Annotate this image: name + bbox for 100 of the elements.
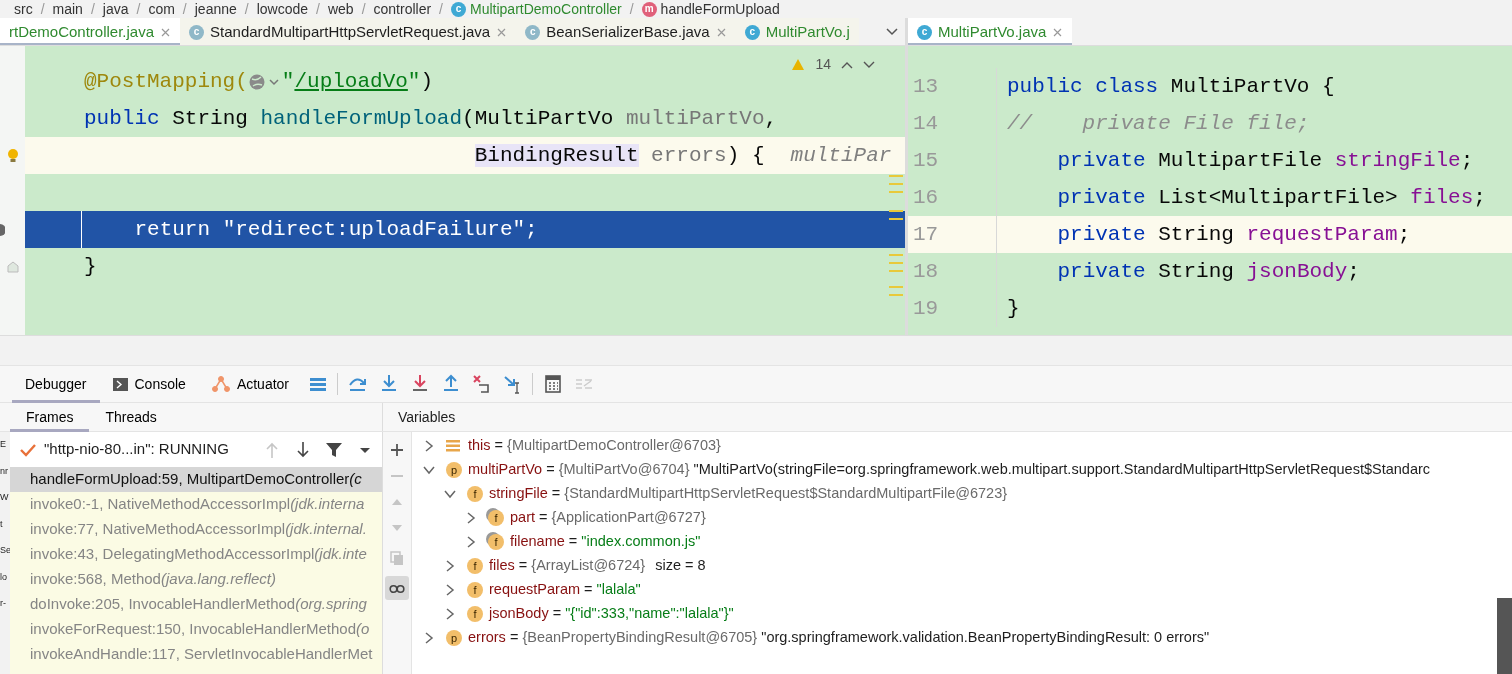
breadcrumb-separator: / <box>182 0 187 18</box>
close-icon[interactable] <box>160 26 172 38</box>
editor-tab[interactable]: c StandardMultipartHttpServletRequest.java <box>180 18 517 45</box>
code-text: "/uploadVo") <box>281 68 434 95</box>
error-stripe-mark <box>889 183 903 185</box>
toolbar-button[interactable] <box>385 576 409 600</box>
error-stripe-mark <box>889 191 903 193</box>
breadcrumb-item[interactable]: handleFormUpload <box>660 0 780 18</box>
error-stripe-mark <box>889 254 903 256</box>
minus-icon <box>391 475 403 477</box>
breadcrumb-item[interactable]: java <box>102 0 129 18</box>
debugger-tab[interactable]: Console <box>99 365 199 403</box>
scrollbar-thumb[interactable] <box>1497 598 1512 674</box>
line-number: 14 <box>908 105 997 142</box>
editor-tab[interactable]: rtDemoController.java <box>0 18 181 45</box>
error-stripe-mark <box>889 262 903 264</box>
lightbulb-icon[interactable] <box>6 147 19 164</box>
class-icon: c <box>744 24 760 40</box>
variable-text: filename = "index.common.js" <box>510 532 701 552</box>
error-stripe-mark <box>889 294 903 296</box>
panel-title: Variables <box>397 407 456 427</box>
stack-frame[interactable]: invoke0:-1, NativeMethodAccessorImpl(jdk.interna <box>10 492 382 517</box>
chevron-up-icon[interactable] <box>841 60 853 69</box>
copy-icon <box>389 550 405 566</box>
breadcrumb-separator: / <box>316 0 320 18</box>
code-text: BindingResult errors) { <box>473 142 765 169</box>
parameter-icon: p <box>446 630 462 646</box>
thread-selector[interactable]: "http-nio-80...in": RUNNING <box>10 432 382 467</box>
code-text: @PostMapping( <box>84 68 248 95</box>
error-stripe-mark <box>889 210 903 212</box>
panel-tab[interactable]: Threads <box>89 403 173 432</box>
stack-frame[interactable]: invokeAndHandle:117, ServletInvocableHandlerMet <box>10 642 382 667</box>
close-icon[interactable] <box>1052 26 1064 38</box>
class-icon: c <box>917 24 932 40</box>
stack-frame[interactable]: doInvoke:205, InvocableHandlerMethod(org.spring <box>10 592 382 617</box>
code-text: private String jsonBody; <box>1056 258 1360 285</box>
plus-icon <box>389 442 405 458</box>
stack-frame[interactable]: handleFormUpload:59, MultipartDemoController(c <box>10 467 382 492</box>
breadcrumb-item[interactable]: jeanne <box>194 0 237 18</box>
chevron-down-icon[interactable] <box>863 60 875 69</box>
breadcrumb-item[interactable]: controller <box>373 0 432 18</box>
breadcrumb-item[interactable]: web <box>327 0 354 18</box>
variable-text: this = {MultipartDemoController@6703} <box>468 436 721 456</box>
breadcrumb-separator: / <box>244 0 249 18</box>
code-text: public String handleFormUpload(MultiPartVo multiPartVo, <box>84 105 778 132</box>
editor-tab[interactable]: c BeanSerializerBase.java <box>516 18 736 45</box>
editor-tab[interactable]: c MultiPartVo.j <box>735 18 859 45</box>
chevron-down-icon[interactable] <box>885 27 899 37</box>
breadcrumb-item[interactable]: com <box>148 0 175 18</box>
breadcrumb-separator: / <box>439 0 443 18</box>
cut-off-text: r- <box>0 597 7 610</box>
final-field-icon: f <box>488 534 504 550</box>
breadcrumb-separator: / <box>136 0 141 18</box>
graph-nodes-icon <box>211 376 230 392</box>
variable-text: files = {ArrayList@6724} size = 8 <box>489 556 706 576</box>
code-text: private List<MultipartFile> files; <box>1056 184 1486 211</box>
fold-marker-icon[interactable] <box>6 260 19 273</box>
breadcrumb-item[interactable]: src <box>14 0 33 18</box>
code-text: } <box>1007 295 1020 322</box>
close-icon[interactable] <box>715 26 727 38</box>
field-icon: f <box>467 558 483 574</box>
debugger-tab[interactable]: Debugger <box>12 365 100 403</box>
line-number: 19 <box>908 290 997 327</box>
stack-frame[interactable]: invoke:568, Method(java.lang.reflect) <box>10 567 382 592</box>
line-number: 15 <box>908 142 997 179</box>
editor-tab[interactable]: c MultiPartVo.java <box>908 18 1073 45</box>
cut-off-text: lo <box>0 570 8 584</box>
code-text: public class MultiPartVo { <box>1007 73 1335 100</box>
warning-count: 14 <box>815 55 831 74</box>
line-number: 13 <box>908 68 997 105</box>
error-stripe-mark <box>889 286 903 288</box>
field-icon: f <box>467 582 483 598</box>
error-stripe-mark <box>889 218 903 220</box>
error-stripe-mark <box>889 175 903 177</box>
cut-off-text: Se <box>0 544 10 557</box>
error-stripe-mark <box>889 270 903 272</box>
checkmark-icon <box>20 442 36 457</box>
list-icon <box>446 439 462 453</box>
class-icon: c <box>451 1 466 17</box>
filter-icon[interactable] <box>325 440 343 459</box>
variable-text: multiPartVo = {MultiPartVo@6704} "MultiPartVo(stringFile=org.springframework.web.multipart.support.StandardMultipartHttpServletRequest$Standarc <box>468 460 1431 480</box>
close-icon[interactable] <box>496 26 508 38</box>
breadcrumb-item[interactable]: MultipartDemoController <box>470 0 622 18</box>
code-text: // private File file; <box>1007 110 1310 137</box>
panel-tab[interactable]: Frames <box>10 403 90 432</box>
breadcrumb-item[interactable]: lowcode <box>256 0 309 18</box>
line-number: 18 <box>908 253 997 290</box>
breadcrumb-item[interactable]: main <box>52 0 83 18</box>
arrow-down-icon[interactable] <box>294 440 312 459</box>
variable-text: requestParam = "lalala" <box>489 580 641 600</box>
field-icon: f <box>467 606 483 622</box>
stack-frame[interactable]: invoke:77, NativeMethodAccessorImpl(jdk.internal. <box>10 517 382 542</box>
variable-text: part = {ApplicationPart@6727} <box>510 508 706 528</box>
library-class-icon: c <box>189 24 205 40</box>
terminal-icon <box>112 377 128 391</box>
breadcrumb-separator: / <box>361 0 366 18</box>
debugger-tab[interactable]: Actuator <box>198 365 302 403</box>
stack-frame[interactable]: invokeForRequest:150, InvocableHandlerMethod(o <box>10 617 382 642</box>
cut-off-text: E <box>0 438 7 451</box>
stack-frame[interactable]: invoke:43, DelegatingMethodAccessorImpl(jdk.inte <box>10 542 382 567</box>
